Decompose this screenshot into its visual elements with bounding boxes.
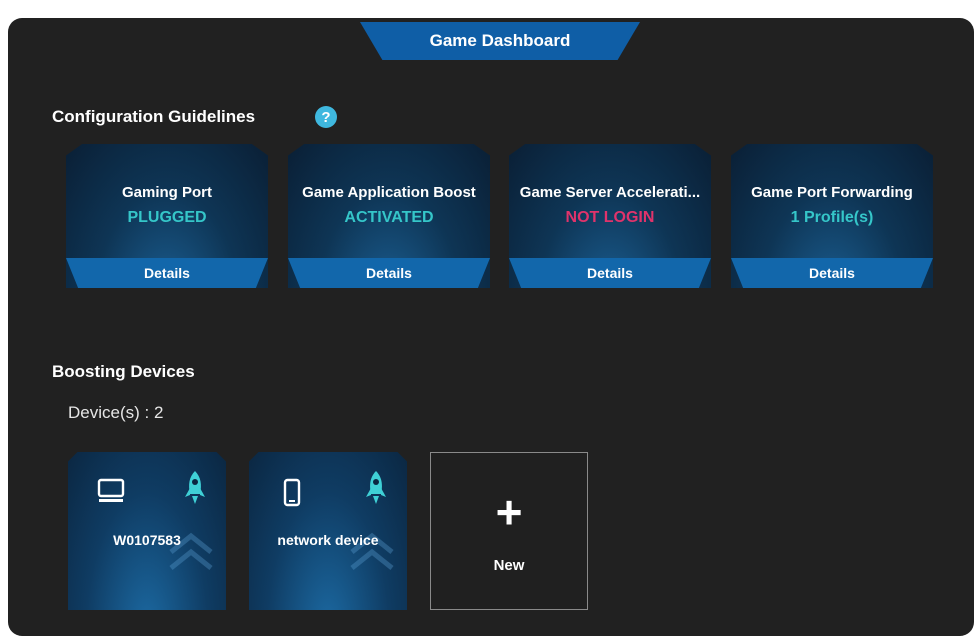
game-server-acceleration-card: Game Server Accelerati... NOT LOGIN Deta… — [509, 144, 711, 288]
gaming-port-card: Gaming Port PLUGGED Details — [66, 144, 268, 288]
phone-icon — [283, 478, 301, 507]
card-status: 1 Profile(s) — [790, 209, 874, 226]
device-card[interactable]: network device — [249, 452, 407, 610]
card-status: ACTIVATED — [344, 209, 434, 226]
rocket-icon — [366, 471, 386, 504]
game-port-forwarding-card: Game Port Forwarding 1 Profile(s) Detail… — [731, 144, 933, 288]
plus-icon: + — [495, 486, 523, 538]
card-status: NOT LOGIN — [565, 209, 655, 226]
chevron-up-icon — [350, 532, 394, 570]
add-device-button[interactable]: + New — [430, 452, 588, 610]
details-button[interactable]: Details — [288, 258, 490, 288]
details-button[interactable]: Details — [509, 258, 711, 288]
config-guidelines-title: Configuration Guidelines — [52, 107, 256, 126]
card-status: PLUGGED — [127, 209, 207, 226]
card-title: Game Application Boost — [302, 184, 476, 201]
device-card[interactable]: W0107583 — [68, 452, 226, 610]
rocket-icon — [185, 471, 205, 504]
boosting-devices-title: Boosting Devices — [52, 362, 195, 381]
chevron-up-icon — [169, 532, 213, 570]
card-title: Gaming Port — [121, 184, 212, 201]
dashboard-title: Game Dashboard — [429, 31, 571, 50]
device-count: Device(s) : 2 — [68, 403, 164, 422]
card-title: Game Port Forwarding — [751, 184, 913, 201]
help-icon[interactable]: ? — [315, 106, 337, 128]
device-name: network device — [277, 532, 379, 548]
dashboard-title-tab: Game Dashboard — [360, 22, 640, 60]
details-button[interactable]: Details — [66, 258, 268, 288]
game-application-boost-card: Game Application Boost ACTIVATED Details — [288, 144, 490, 288]
new-label: New — [493, 557, 525, 574]
card-title: Game Server Accelerati... — [519, 184, 701, 201]
desktop-icon — [97, 478, 125, 502]
device-name: W0107583 — [113, 532, 181, 548]
details-button[interactable]: Details — [731, 258, 933, 288]
